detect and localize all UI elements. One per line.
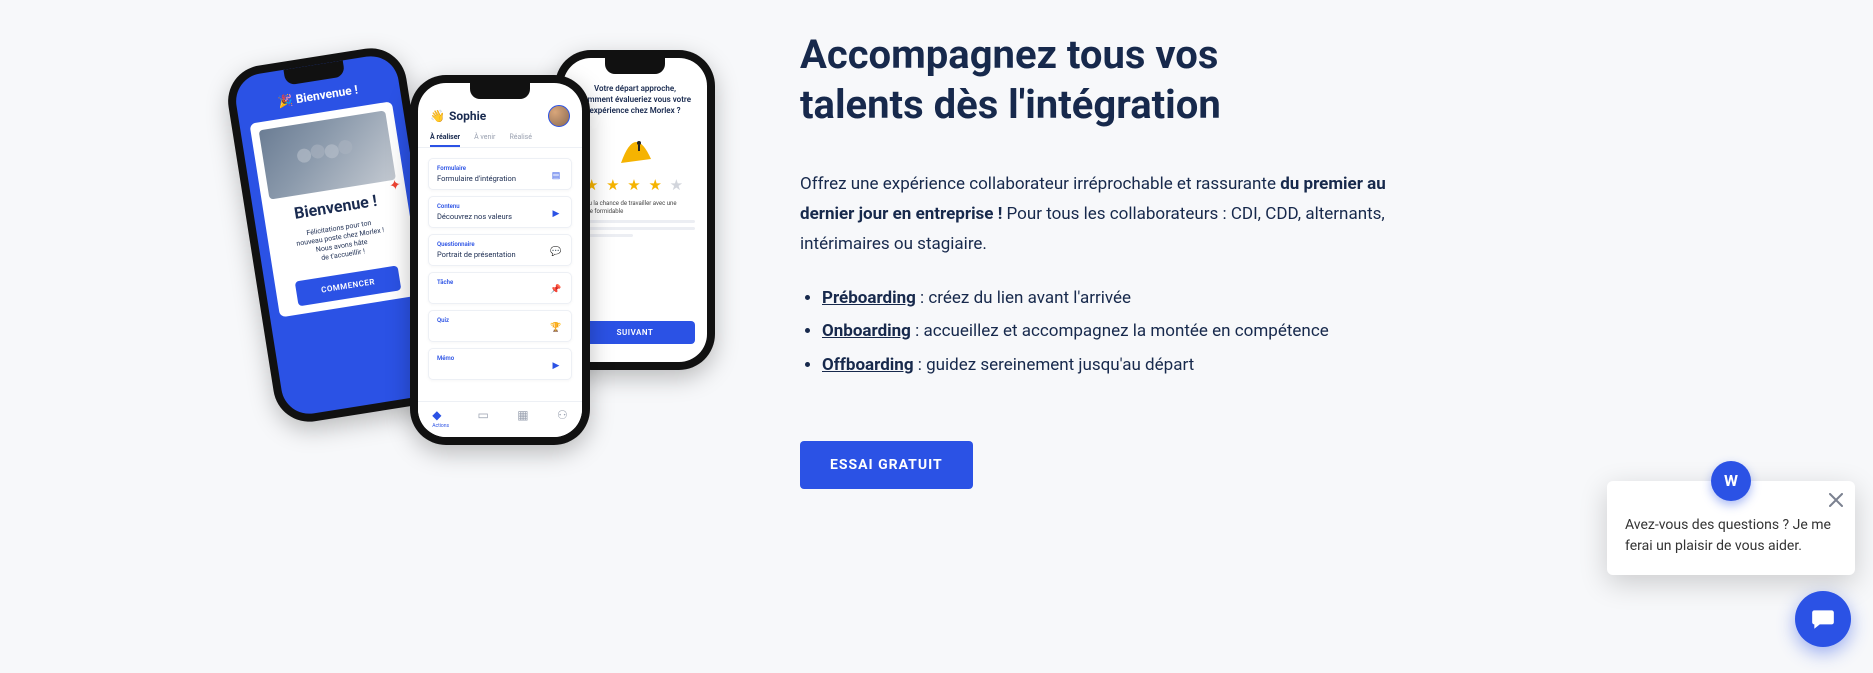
tab-upcoming: À venir bbox=[474, 133, 495, 147]
team-photo bbox=[259, 110, 396, 199]
nav-book-icon: ▭ bbox=[478, 408, 489, 429]
free-trial-button[interactable]: ESSAI GRATUIT bbox=[800, 441, 973, 489]
phone-mockups: Votre départ approche, comment évaluerie… bbox=[200, 30, 760, 450]
nav-people-icon: ⚇ bbox=[557, 408, 568, 429]
play-icon: ▶ bbox=[549, 359, 563, 373]
survey-question: Votre départ approche, comment évaluerie… bbox=[573, 84, 697, 116]
star-rating: ★ ★ ★ ★ ★ bbox=[573, 176, 697, 194]
chat-icon bbox=[1810, 606, 1836, 632]
hero-paragraph: Offrez une expérience collaborateur irré… bbox=[800, 170, 1420, 259]
form-icon: ▤ bbox=[549, 169, 563, 183]
feature-onboarding: Onboarding : accueillez et accompagnez l… bbox=[822, 318, 1420, 345]
task-item: ContenuDécouvrez nos valeurs▶ bbox=[428, 196, 572, 228]
feature-preboarding: Préboarding : créez du lien avant l'arri… bbox=[822, 285, 1420, 312]
task-list: FormulaireFormulaire d'intégration▤ Cont… bbox=[418, 148, 582, 384]
feature-list: Préboarding : créez du lien avant l'arri… bbox=[800, 285, 1420, 379]
survey-next-button: SUIVANT bbox=[575, 321, 695, 344]
chat-icon: 💬 bbox=[549, 245, 563, 259]
welcome-start-button: COMMENCER bbox=[295, 266, 402, 307]
task-tabs: À réaliser À venir Réalisé bbox=[418, 133, 582, 148]
nav-calendar-icon: ▦ bbox=[517, 408, 528, 429]
survey-illustration bbox=[610, 126, 660, 172]
chat-avatar: W bbox=[1711, 461, 1751, 501]
confetti-icon: ✦ bbox=[388, 177, 402, 195]
wave-icon: 👋 bbox=[430, 109, 445, 123]
page-title: Accompagnez tous vos talents dès l'intég… bbox=[800, 30, 1420, 130]
trophy-icon: 🏆 bbox=[549, 321, 563, 335]
task-item: FormulaireFormulaire d'intégration▤ bbox=[428, 158, 572, 190]
task-item: QuestionnairePortrait de présentation💬 bbox=[428, 234, 572, 266]
hero-copy: Accompagnez tous vos talents dès l'intég… bbox=[800, 30, 1420, 489]
chat-message: Avez-vous des questions ? Je me ferai un… bbox=[1625, 515, 1835, 557]
chat-popup[interactable]: W Avez-vous des questions ? Je me ferai … bbox=[1607, 481, 1855, 575]
tab-todo: À réaliser bbox=[430, 133, 460, 147]
close-icon bbox=[1829, 493, 1843, 507]
chat-close-button[interactable] bbox=[1829, 493, 1843, 514]
task-item: Quiz 🏆 bbox=[428, 310, 572, 342]
tab-done: Réalisé bbox=[509, 133, 532, 147]
pin-icon: 📌 bbox=[549, 283, 563, 297]
chat-launcher-button[interactable] bbox=[1795, 591, 1851, 647]
task-item: Tâche 📌 bbox=[428, 272, 572, 304]
phone-bottom-nav: ◆Actions ▭ ▦ ⚇ bbox=[418, 401, 582, 437]
hero-section: Votre départ approche, comment évaluerie… bbox=[0, 0, 1873, 673]
user-name: 👋 Sophie bbox=[430, 109, 486, 123]
feature-offboarding: Offboarding : guidez sereinement jusqu'a… bbox=[822, 352, 1420, 379]
nav-actions-icon: ◆Actions bbox=[432, 408, 449, 429]
task-item: Mémo ▶ bbox=[428, 348, 572, 380]
phone-tasks: 👋 Sophie À réaliser À venir Réalisé Form… bbox=[410, 75, 590, 445]
user-avatar bbox=[548, 105, 570, 127]
play-icon: ▶ bbox=[549, 207, 563, 221]
